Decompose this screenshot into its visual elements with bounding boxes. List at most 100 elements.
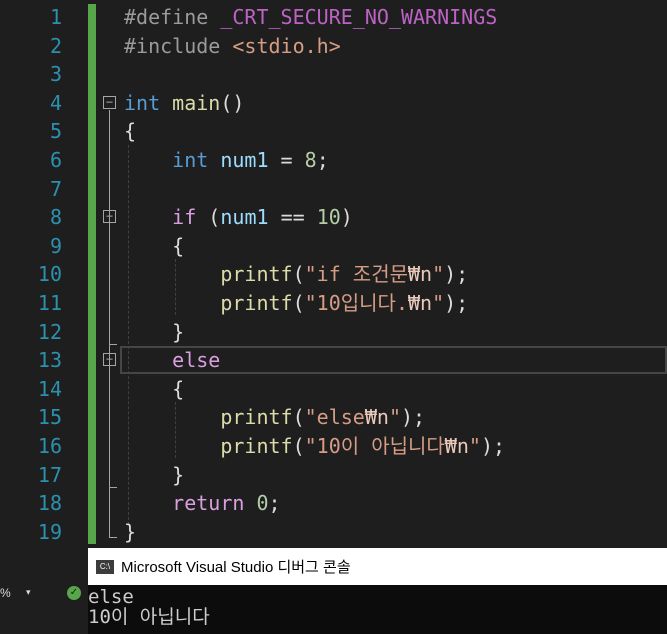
code-line[interactable]: #define _CRT_SECURE_NO_WARNINGS [124,3,497,32]
code-token: ₩n [444,434,469,458]
code-line[interactable]: printf("10입니다.₩n"); [124,289,468,318]
code-line[interactable]: printf("if 조건문₩n"); [124,260,468,289]
line-number: 13 [37,348,62,373]
code-token: ( [292,262,305,287]
line-number: 17 [37,462,62,487]
fold-collapse-icon[interactable]: − [103,96,116,109]
code-token: " [388,405,401,430]
code-token: 8 [304,148,317,172]
line-number: 16 [37,434,62,458]
code-token: ; [268,491,281,516]
code-token: if [172,205,197,230]
code-token: #define [124,5,221,29]
fold-guide-line [109,367,110,487]
code-token: { [124,233,185,258]
code-line[interactable]: { [124,117,136,146]
line-number: 11 [37,291,62,315]
console-app-icon: C:\ [96,559,114,574]
code-token: return [172,491,257,516]
line-number: 7 [49,176,62,201]
console-titlebar[interactable]: C:\ Microsoft Visual Studio 디버그 콘솔 [88,548,667,585]
code-token: ₩n [408,262,433,287]
zoom-level[interactable]: % [0,586,11,600]
code-token: printf [220,291,293,315]
code-line[interactable]: int main() [124,89,244,118]
fold-guide-line [109,224,110,344]
code-token: " [432,291,445,315]
code-token: "else [304,405,365,430]
code-line[interactable]: return 0; [124,489,281,518]
console-output-line: 10이 아닙니다 [88,606,210,628]
code-token: _CRT_SECURE_NO_WARNINGS [220,5,498,29]
fold-guide-end [109,344,117,345]
line-number: 3 [49,62,62,87]
code-line[interactable]: int num1 = 8; [124,146,329,175]
code-token: printf [220,262,293,287]
code-token: "10이 아닙니다 [304,434,445,458]
code-token: () [220,90,245,115]
code-line[interactable]: else [124,346,220,375]
code-token: else [172,348,221,373]
code-token: num1 [220,205,269,230]
code-token: == [268,205,317,230]
code-line[interactable]: { [124,375,184,404]
chevron-down-icon[interactable]: ▾ [26,587,31,598]
code-token: ( [292,291,305,315]
fold-guide-end [109,537,117,538]
no-issues-check-icon[interactable]: ✓ [67,586,81,600]
code-token: int [124,90,173,115]
code-line[interactable]: } [124,518,136,547]
code-line[interactable]: printf("10이 아닙니다₩n"); [124,432,505,461]
status-area: % ▾ ✓ [0,585,88,634]
line-number: 6 [49,148,62,172]
code-token: { [124,119,137,144]
line-number: 2 [49,33,62,58]
code-token: ) [340,205,353,230]
line-number: 1 [49,5,62,29]
code-token: } [124,462,185,487]
code-token: int [172,148,221,172]
line-number: 12 [37,319,62,344]
code-token: = [268,148,305,172]
code-token: ( [292,434,305,458]
console-title: Microsoft Visual Studio 디버그 콘솔 [121,559,351,576]
line-number: 4 [49,90,62,115]
code-token: ₩n [408,291,433,315]
code-token: ₩n [364,405,389,430]
code-token: 0 [256,491,269,516]
code-line[interactable]: } [124,318,184,347]
fold-guide-end [109,487,117,488]
code-token: } [124,519,137,544]
code-token: ; [316,148,329,172]
line-number: 15 [37,405,62,430]
console-output: else 10이 아닙니다 [88,585,667,634]
change-tracking-bar [88,4,96,544]
code-line[interactable]: } [124,461,184,490]
code-token: 10 [316,205,341,230]
code-line[interactable]: { [124,232,184,261]
code-token: ); [400,405,426,430]
code-token: { [124,376,185,401]
code-line[interactable]: if (num1 == 10) [124,203,353,232]
line-number: 9 [49,233,62,258]
code-editor[interactable]: 1 2 3 4 5 6 7 8 9 10 11 12 13 14 15 16 17 18 19 − − − #def… [0,0,667,548]
code-token: ); [480,434,506,458]
code-token: main [172,90,221,115]
code-token: printf [220,405,293,430]
code-token: num1 [220,148,269,172]
code-line[interactable]: #include <stdio.h> [124,32,341,61]
code-token: printf [220,434,293,458]
code-token: ); [444,262,469,287]
line-number: 10 [37,262,62,287]
code-line[interactable]: printf("else₩n"); [124,403,425,432]
console-output-line: else [88,586,134,608]
code-token: ); [444,291,469,315]
